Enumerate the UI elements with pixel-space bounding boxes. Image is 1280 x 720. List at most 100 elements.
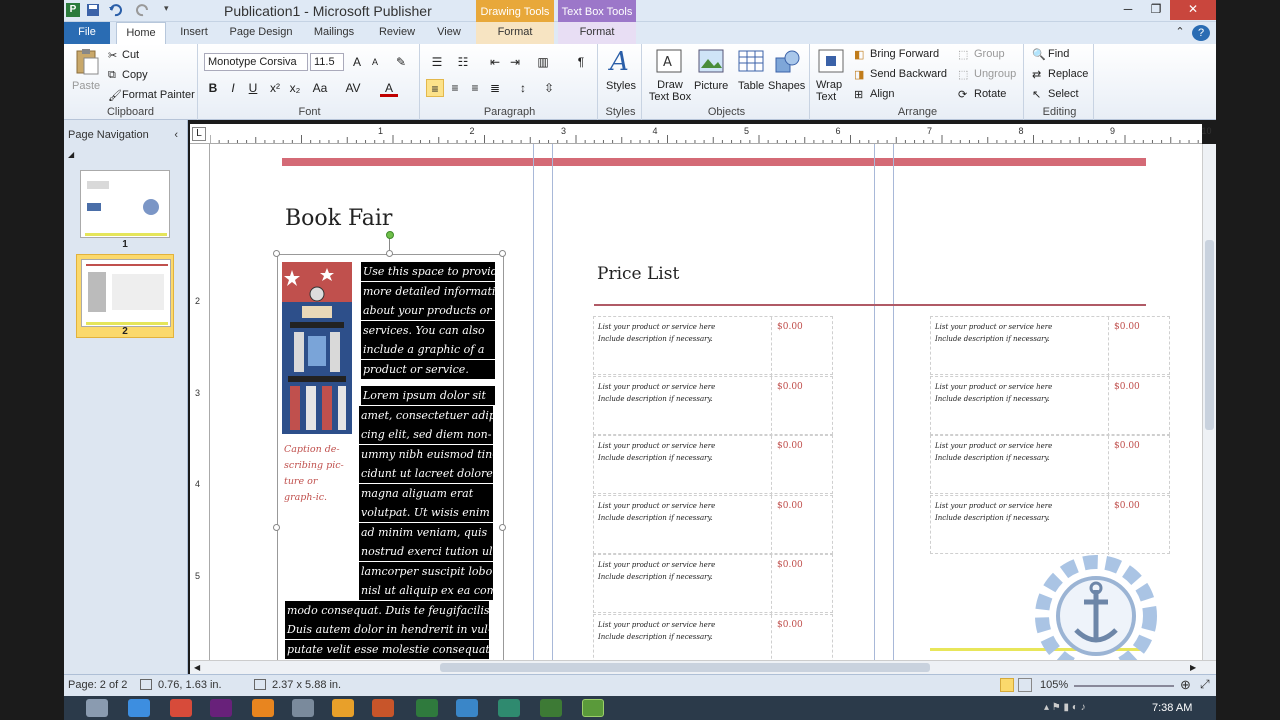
player-icon[interactable]: [332, 699, 354, 717]
tab-selector-icon[interactable]: L: [192, 127, 206, 141]
maximize-button[interactable]: ❐: [1144, 0, 1168, 20]
price-item-text[interactable]: List your product or service here Include…: [935, 440, 1052, 464]
item-price[interactable]: $0.00: [777, 441, 803, 451]
fit-page-icon[interactable]: ⤢: [1200, 677, 1210, 692]
draw-text-box-icon[interactable]: A: [654, 48, 684, 76]
rotate-icon[interactable]: ⟳: [958, 88, 967, 101]
price-item-text[interactable]: List your product or service here Include…: [598, 381, 715, 405]
table-icon[interactable]: [736, 48, 766, 76]
grow-font-icon[interactable]: A: [348, 53, 366, 71]
item-price[interactable]: $0.00: [777, 501, 803, 511]
horizontal-ruler[interactable]: L 1 2 3 4 5 6 7 8 9 10: [190, 124, 1212, 144]
font-color-icon[interactable]: A: [380, 79, 398, 97]
underline-button[interactable]: U: [244, 79, 262, 97]
group-icon[interactable]: ⬚: [958, 48, 968, 61]
picture-button[interactable]: Picture: [694, 80, 728, 92]
line-spacing-icon[interactable]: ↕: [514, 79, 532, 97]
price-row[interactable]: List your product or service here Include…: [593, 494, 833, 555]
page-thumbnail-1[interactable]: 1: [76, 166, 174, 250]
align-button[interactable]: Align: [870, 88, 894, 100]
body-text-line[interactable]: ummy nibh euismod tin-: [359, 444, 493, 464]
price-item-text[interactable]: List your product or service here Include…: [598, 321, 715, 345]
minimize-button[interactable]: ─: [1116, 0, 1140, 20]
price-item-text[interactable]: List your product or service here Include…: [598, 619, 715, 643]
tray-icons[interactable]: ▴ ⚑ ▮ ◐ ♪: [1044, 702, 1086, 713]
horizontal-scrollbar[interactable]: ◀ ▶: [190, 660, 1216, 674]
price-item-text[interactable]: List your product or service here Include…: [935, 321, 1052, 345]
align-right-icon[interactable]: ≡: [466, 79, 484, 97]
rotate-handle[interactable]: [386, 231, 394, 239]
item-price[interactable]: $0.00: [777, 322, 803, 332]
redo-icon[interactable]: [136, 3, 150, 17]
publisher-taskbar-icon[interactable]: [498, 699, 520, 717]
chrome-icon[interactable]: [170, 699, 192, 717]
draw-text-box-button[interactable]: Draw Text Box: [648, 79, 692, 103]
excel-active-icon[interactable]: [582, 699, 604, 717]
select-button[interactable]: Select: [1048, 88, 1079, 100]
body-text-line[interactable]: lamcorper suscipit lobortis: [359, 561, 493, 581]
pilcrow-icon[interactable]: ¶: [572, 53, 590, 71]
character-spacing-icon[interactable]: AV: [344, 79, 362, 97]
body-text-line[interactable]: modo consequat. Duis te feugifacilisi.: [285, 600, 489, 620]
send-backward-icon[interactable]: ◨: [854, 68, 864, 81]
paste-button[interactable]: Paste: [72, 80, 100, 92]
styles-button[interactable]: Styles: [606, 80, 636, 92]
price-row[interactable]: List your product or service here Include…: [930, 494, 1170, 555]
save-icon[interactable]: [86, 3, 100, 17]
clear-format-icon[interactable]: ✎: [392, 53, 410, 71]
replace-icon[interactable]: ⇄: [1032, 68, 1041, 81]
price-row[interactable]: List your product or service here Include…: [930, 375, 1170, 436]
font-family-select[interactable]: Monotype Corsiva: [204, 53, 308, 71]
body-text-line[interactable]: product or service.: [361, 359, 495, 379]
table-button[interactable]: Table: [738, 80, 764, 92]
body-text-line[interactable]: more detailed information: [361, 281, 495, 301]
resize-handle[interactable]: [499, 524, 506, 531]
price-row[interactable]: List your product or service here Include…: [593, 435, 833, 495]
body-text-line[interactable]: services. You can also: [361, 320, 495, 340]
tab-review[interactable]: Review: [372, 22, 422, 44]
excel-icon[interactable]: [416, 699, 438, 717]
rotate-button[interactable]: Rotate: [974, 88, 1006, 100]
select-icon[interactable]: ↖: [1032, 88, 1041, 101]
body-text-line[interactable]: cidunt ut lacreet dolore: [359, 464, 493, 483]
price-item-text[interactable]: List your product or service here Include…: [935, 381, 1052, 405]
vertical-ruler[interactable]: 2 3 4 5: [190, 144, 210, 660]
resize-handle[interactable]: [273, 524, 280, 531]
price-item-text[interactable]: List your product or service here Include…: [598, 500, 715, 524]
vlc-icon[interactable]: [252, 699, 274, 717]
tab-textbox-format[interactable]: Format: [558, 22, 636, 44]
price-item-text[interactable]: List your product or service here Include…: [935, 500, 1052, 524]
zoom-slider[interactable]: [1074, 685, 1174, 687]
bullets-icon[interactable]: ☰: [428, 53, 446, 71]
bring-forward-icon[interactable]: ◧: [854, 48, 864, 61]
wrap-text-button[interactable]: Wrap Text: [816, 79, 848, 103]
body-text-line[interactable]: cing elit, sed diem non-: [359, 425, 493, 444]
powerpoint-icon[interactable]: [372, 699, 394, 717]
customize-qat-icon[interactable]: ▾: [164, 3, 178, 17]
find-button[interactable]: Find: [1048, 48, 1069, 60]
decrease-indent-icon[interactable]: ⇤: [486, 53, 504, 71]
align-center-icon[interactable]: ≡: [446, 79, 464, 97]
tab-home[interactable]: Home: [116, 22, 166, 44]
single-page-view-icon[interactable]: [1000, 678, 1014, 692]
body-text-line[interactable]: Duis autem dolor in hendrerit in vul-: [285, 620, 489, 639]
page-status[interactable]: Page: 2 of 2: [68, 679, 127, 691]
cut-icon[interactable]: ✂: [108, 49, 117, 62]
collapse-ribbon-icon[interactable]: ⌃: [1170, 22, 1190, 44]
resize-handle[interactable]: [386, 250, 393, 257]
body-text-line[interactable]: Use this space to provide: [361, 262, 495, 281]
image-caption[interactable]: Caption de-scribing pic-ture or graph-ic…: [284, 442, 348, 506]
price-item-text[interactable]: List your product or service here Include…: [598, 559, 715, 583]
change-case-button[interactable]: Aa: [308, 79, 332, 97]
price-row[interactable]: List your product or service here Include…: [930, 316, 1170, 376]
price-list-heading[interactable]: Price List: [597, 264, 679, 284]
zoom-in-icon[interactable]: ⊕: [1180, 677, 1191, 693]
shapes-icon[interactable]: [772, 48, 802, 76]
price-row[interactable]: List your product or service here Include…: [593, 613, 833, 660]
find-icon[interactable]: 🔍: [1032, 48, 1046, 61]
book-fair-heading[interactable]: Book Fair: [285, 206, 392, 231]
body-text-line[interactable]: include a graphic of a: [361, 340, 495, 359]
visual-studio-icon[interactable]: [210, 699, 232, 717]
picture-icon[interactable]: [696, 48, 726, 76]
scroll-thumb[interactable]: [440, 663, 930, 672]
